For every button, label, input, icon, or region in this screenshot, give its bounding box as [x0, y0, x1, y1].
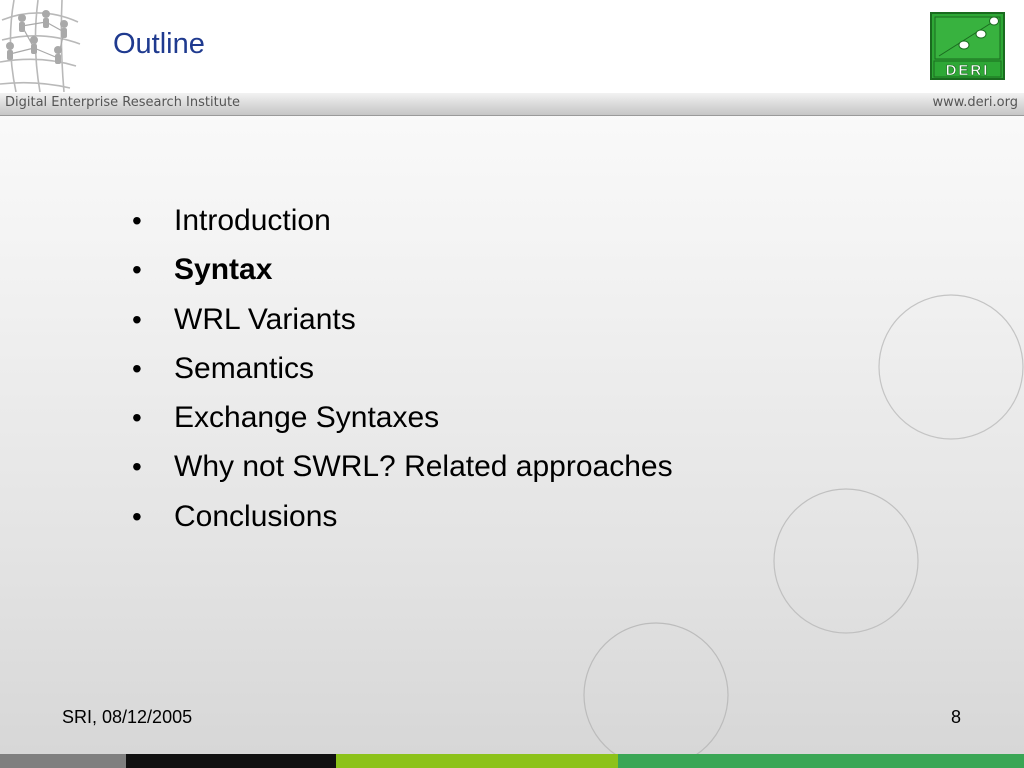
outline-item: • Introduction: [132, 204, 673, 253]
outline-item: • Why not SWRL? Related approaches: [132, 450, 673, 499]
institute-band: Digital Enterprise Research Institute ww…: [0, 93, 1024, 116]
outline-item-text: WRL Variants: [174, 302, 356, 336]
outline-item-text: Exchange Syntaxes: [174, 401, 440, 435]
website-link[interactable]: www.deri.org: [933, 95, 1019, 110]
footer-stripe-green: [618, 754, 1024, 768]
footer-stripe-black: [126, 754, 336, 768]
bullet-icon: •: [132, 451, 142, 483]
outline-item-text: Introduction: [174, 204, 331, 237]
deri-logo: DERI: [930, 12, 1005, 80]
circle-decoration: [878, 294, 1024, 440]
outline-item: • Semantics: [132, 352, 673, 401]
outline-item-text: Why not SWRL? Related approaches: [174, 450, 673, 484]
footer-stripe-lime: [336, 754, 618, 768]
outline-item: • WRL Variants: [132, 303, 673, 352]
circle-decoration: [773, 488, 919, 634]
bullet-icon: •: [132, 352, 142, 384]
bullet-icon: •: [132, 205, 142, 236]
outline-item-text: Syntax: [174, 253, 273, 287]
slide-title: Outline: [113, 28, 205, 60]
bullet-icon: •: [132, 500, 142, 532]
outline-item-text: Semantics: [174, 351, 315, 385]
circle-decoration: [583, 622, 729, 768]
outline-item-text: Conclusions: [174, 499, 338, 533]
logo-text: DERI: [946, 62, 990, 79]
bullet-icon: •: [132, 402, 142, 434]
outline-item-current: • Syntax: [132, 253, 673, 302]
page-number: 8: [951, 707, 962, 727]
network-globe-icon: [0, 0, 81, 92]
outline-item: • Conclusions: [132, 500, 673, 549]
institute-name: Digital Enterprise Research Institute: [5, 95, 241, 110]
footer-stripe-gray: [0, 754, 126, 768]
slide-header: Outline DERI: [0, 0, 1024, 94]
bullet-icon: •: [132, 254, 142, 286]
bullet-icon: •: [132, 303, 142, 335]
footer-date: SRI, 08/12/2005: [62, 707, 193, 727]
outline-list: • Introduction • Syntax • WRL Variants • Sem…: [132, 204, 673, 549]
outline-item: • Exchange Syntaxes: [132, 401, 673, 450]
